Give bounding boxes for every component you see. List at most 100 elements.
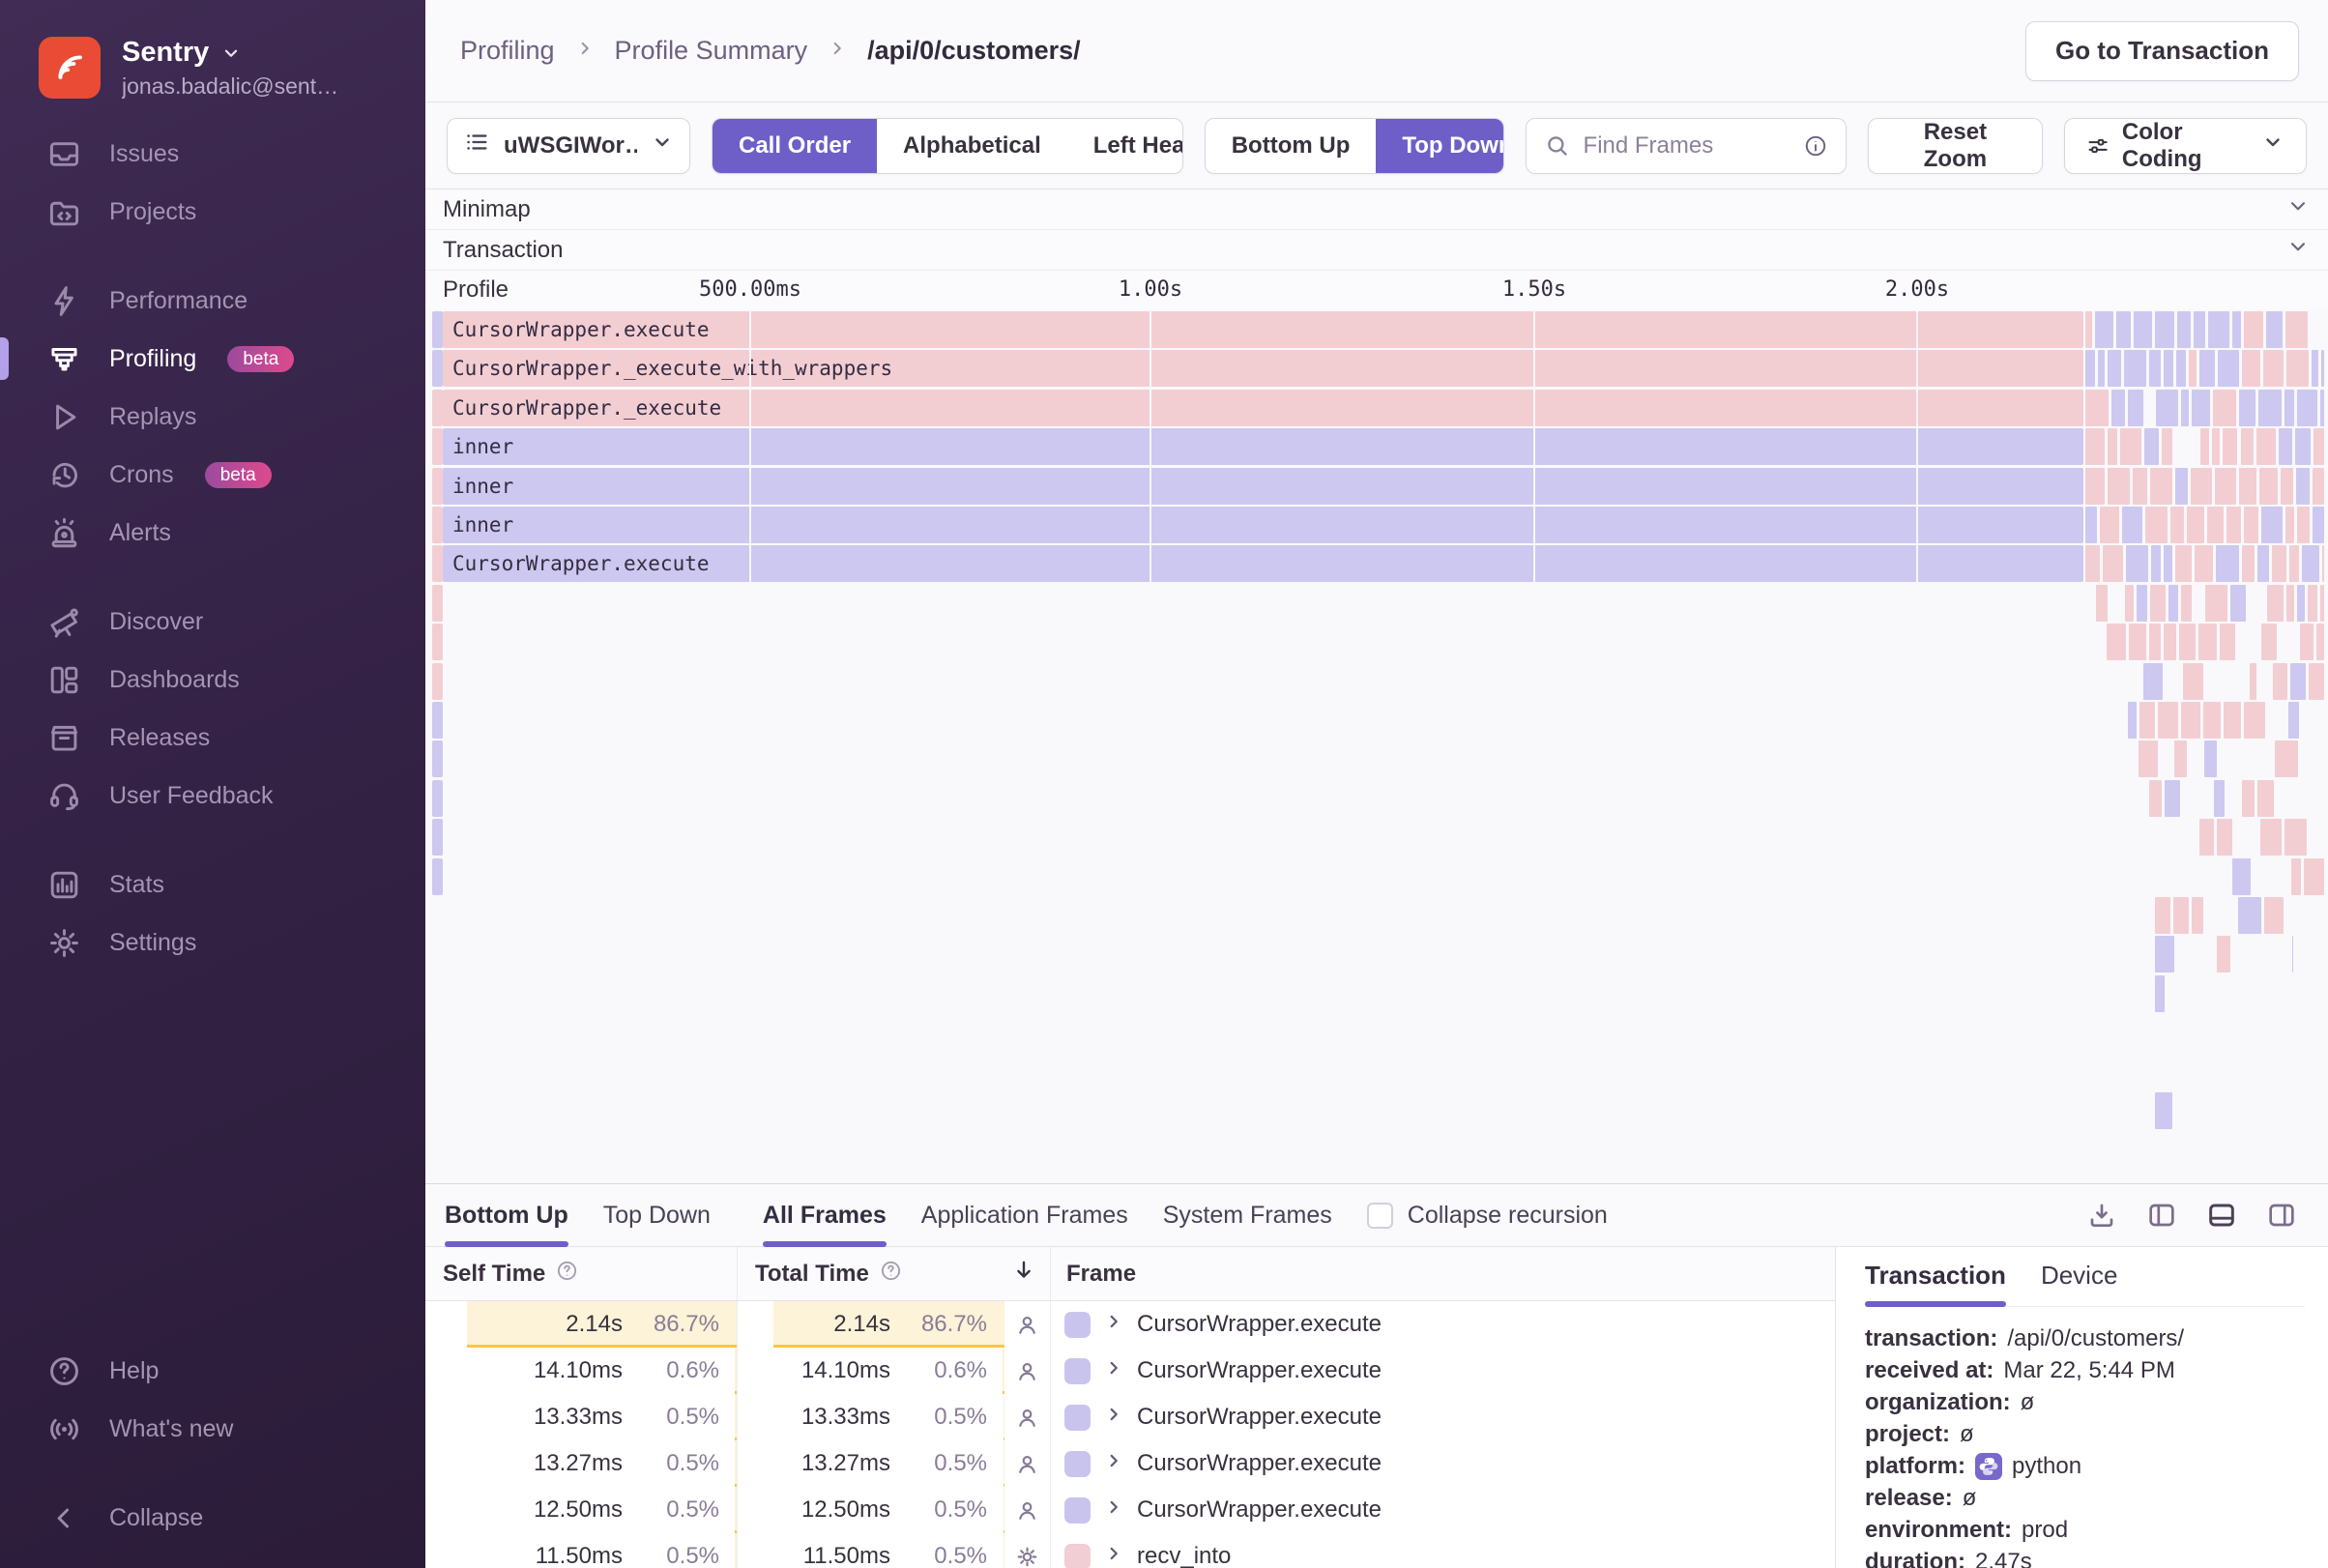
chevron-right-icon[interactable]	[1103, 1496, 1124, 1524]
direction-top-down-button[interactable]: Top Down	[1376, 118, 1503, 173]
flame-frame-bar-small	[2174, 740, 2187, 778]
frame-table-row[interactable]: 13.27ms 0.5% 13.27ms 0.5% CursorWrapper.exec…	[425, 1440, 1835, 1487]
sidebar-item-alerts[interactable]: Alerts	[0, 504, 425, 562]
sidebar-item-settings[interactable]: Settings	[0, 914, 425, 972]
flame-frame-bar-small	[2200, 428, 2209, 466]
flame-frame-bar-small	[2123, 350, 2146, 388]
flame-frame-bar[interactable]: inner	[443, 467, 2083, 505]
sidebar-item-issues[interactable]: Issues	[0, 125, 425, 183]
person-icon[interactable]	[1004, 1394, 1051, 1440]
sidebar-item-discover[interactable]: Discover	[0, 593, 425, 651]
reset-zoom-button[interactable]: Reset Zoom	[1868, 117, 2043, 174]
flame-frame-bar-small	[2319, 389, 2324, 426]
layout-bottom-panel-icon[interactable]	[2206, 1200, 2237, 1231]
find-frames-input[interactable]: Find Frames	[1525, 117, 1848, 174]
flame-frame-bar[interactable]: CursorWrapper._execute	[443, 389, 2083, 426]
person-icon[interactable]	[1004, 1301, 1051, 1348]
frame-cell[interactable]: CursorWrapper.execute	[1051, 1440, 1835, 1487]
sidebar-item-performance[interactable]: Performance	[0, 272, 425, 330]
flamegraph-canvas[interactable]: CursorWrapper.execute CursorWrapper._exec…	[425, 309, 2328, 1183]
layout-right-panel-icon[interactable]	[2266, 1200, 2297, 1231]
tab-bottom-up[interactable]: Bottom Up	[445, 1184, 568, 1247]
tab-top-down[interactable]: Top Down	[603, 1184, 711, 1246]
sort-call-order-button[interactable]: Call Order	[713, 118, 878, 173]
collapse-recursion-checkbox[interactable]	[1366, 1202, 1393, 1229]
frame-cell[interactable]: CursorWrapper.execute	[1051, 1348, 1835, 1394]
self-time-header[interactable]: Self Time	[425, 1247, 738, 1300]
go-to-transaction-button[interactable]: Go to Transaction	[2024, 20, 2299, 81]
details-tab-transaction[interactable]: Transaction	[1865, 1261, 2006, 1307]
flame-frame-bar[interactable]: CursorWrapper._execute_with_wrappers	[443, 350, 2083, 388]
person-icon[interactable]	[1004, 1487, 1051, 1533]
sort-left-heavy-button[interactable]: Left Heavy	[1067, 119, 1182, 173]
color-coding-button[interactable]: Color Coding	[2063, 117, 2307, 174]
frame-table-row[interactable]: 14.10ms 0.6% 14.10ms 0.6% CursorWrapper.exec…	[425, 1348, 1835, 1394]
flame-frame-bar[interactable]: inner	[443, 507, 2083, 543]
flame-frame-bar[interactable]: inner	[443, 428, 2083, 466]
chevron-right-icon[interactable]	[1103, 1404, 1124, 1432]
frame-table-row[interactable]: 13.33ms 0.5% 13.33ms 0.5% CursorWrapper.exec…	[425, 1394, 1835, 1440]
sidebar-item-profiling[interactable]: Profiling beta	[0, 330, 425, 388]
collapse-recursion-toggle[interactable]: Collapse recursion	[1366, 1202, 1608, 1230]
person-icon[interactable]	[1004, 1440, 1051, 1487]
frame-table-row[interactable]: 2.14s 86.7% 2.14s 86.7% CursorWrapper.execut…	[425, 1301, 1835, 1348]
sidebar-item-releases[interactable]: Releases	[0, 709, 425, 767]
org-switcher[interactable]: Sentry jonas.badalic@sent…	[0, 0, 425, 100]
layout-left-panel-icon[interactable]	[2146, 1200, 2177, 1231]
breadcrumb-profile-summary[interactable]: Profile Summary	[615, 36, 808, 66]
flame-frame-bar-small	[2232, 857, 2251, 895]
frame-table-row[interactable]: 11.50ms 0.5% 11.50ms 0.5% recv_into	[425, 1533, 1835, 1568]
frame-cell[interactable]: CursorWrapper.execute	[1051, 1301, 1835, 1348]
sidebar-item-help[interactable]: Help	[0, 1342, 425, 1400]
sidebar-item-stats[interactable]: Stats	[0, 856, 425, 914]
minimap-label: Minimap	[443, 195, 531, 222]
minimap-expand-chevron-icon[interactable]	[2285, 193, 2311, 225]
breadcrumb: Profiling Profile Summary /api/0/custome…	[460, 36, 1081, 66]
flame-edge-frame	[432, 311, 443, 348]
flame-frame-bar-small	[2266, 311, 2283, 348]
sidebar-item-projects[interactable]: Projects	[0, 183, 425, 241]
tab-system-frames[interactable]: System Frames	[1163, 1184, 1332, 1246]
flame-frame-bar-small	[2180, 584, 2193, 622]
tab-application-frames[interactable]: Application Frames	[921, 1184, 1128, 1246]
person-icon[interactable]	[1004, 1348, 1051, 1394]
user-feedback-icon	[46, 778, 82, 814]
sidebar-item-dashboards[interactable]: Dashboards	[0, 651, 425, 709]
chevron-right-icon[interactable]	[1103, 1311, 1124, 1339]
total-time-cell: 2.14s 86.7%	[738, 1301, 1004, 1348]
frame-cell[interactable]: CursorWrapper.execute	[1051, 1394, 1835, 1440]
sidebar-item-what-s-new[interactable]: What's new	[0, 1400, 425, 1458]
sidebar-item-label: Projects	[109, 197, 197, 225]
sidebar-item-crons[interactable]: Crons beta	[0, 446, 425, 504]
sort-alphabetical-button[interactable]: Alphabetical	[877, 119, 1067, 173]
flame-frame-bar[interactable]: CursorWrapper.execute	[443, 311, 2083, 348]
tab-all-frames[interactable]: All Frames	[762, 1184, 887, 1247]
sidebar-item-user-feedback[interactable]: User Feedback	[0, 767, 425, 825]
chevron-right-icon[interactable]	[1103, 1450, 1124, 1478]
total-time-percent: 0.5%	[934, 1543, 987, 1568]
transaction-expand-chevron-icon[interactable]	[2285, 234, 2311, 266]
chevron-right-icon[interactable]	[1103, 1543, 1124, 1568]
flame-frame-bar[interactable]: CursorWrapper.execute	[443, 545, 2083, 583]
total-time-header[interactable]: Total Time	[738, 1247, 1051, 1300]
direction-segmented-control: Bottom Up Top Down	[1204, 117, 1504, 174]
flame-frame-bar-small	[2110, 389, 2125, 426]
sidebar-item-collapse[interactable]: Collapse	[0, 1489, 425, 1547]
gear-icon[interactable]	[1004, 1533, 1051, 1568]
frame-cell[interactable]: recv_into	[1051, 1533, 1835, 1568]
frame-header[interactable]: Frame	[1051, 1261, 1835, 1288]
flame-frame-bar-small	[2256, 779, 2274, 817]
help-icon	[46, 1353, 82, 1389]
details-tab-device[interactable]: Device	[2041, 1261, 2117, 1306]
sidebar-item-replays[interactable]: Replays	[0, 388, 425, 446]
breadcrumb-profiling[interactable]: Profiling	[460, 36, 555, 66]
direction-bottom-up-button[interactable]: Bottom Up	[1206, 119, 1377, 173]
thread-selector[interactable]: uWSGIWor…	[447, 117, 690, 174]
download-icon[interactable]	[2086, 1200, 2117, 1231]
sort-descending-icon[interactable]	[1011, 1258, 1036, 1290]
flame-frame-bar-small	[2215, 467, 2236, 505]
frame-table-row[interactable]: 12.50ms 0.5% 12.50ms 0.5% CursorWrapper.exec…	[425, 1487, 1835, 1533]
flame-frame-bar-small	[2158, 702, 2178, 739]
chevron-right-icon[interactable]	[1103, 1357, 1124, 1385]
frame-cell[interactable]: CursorWrapper.execute	[1051, 1487, 1835, 1533]
